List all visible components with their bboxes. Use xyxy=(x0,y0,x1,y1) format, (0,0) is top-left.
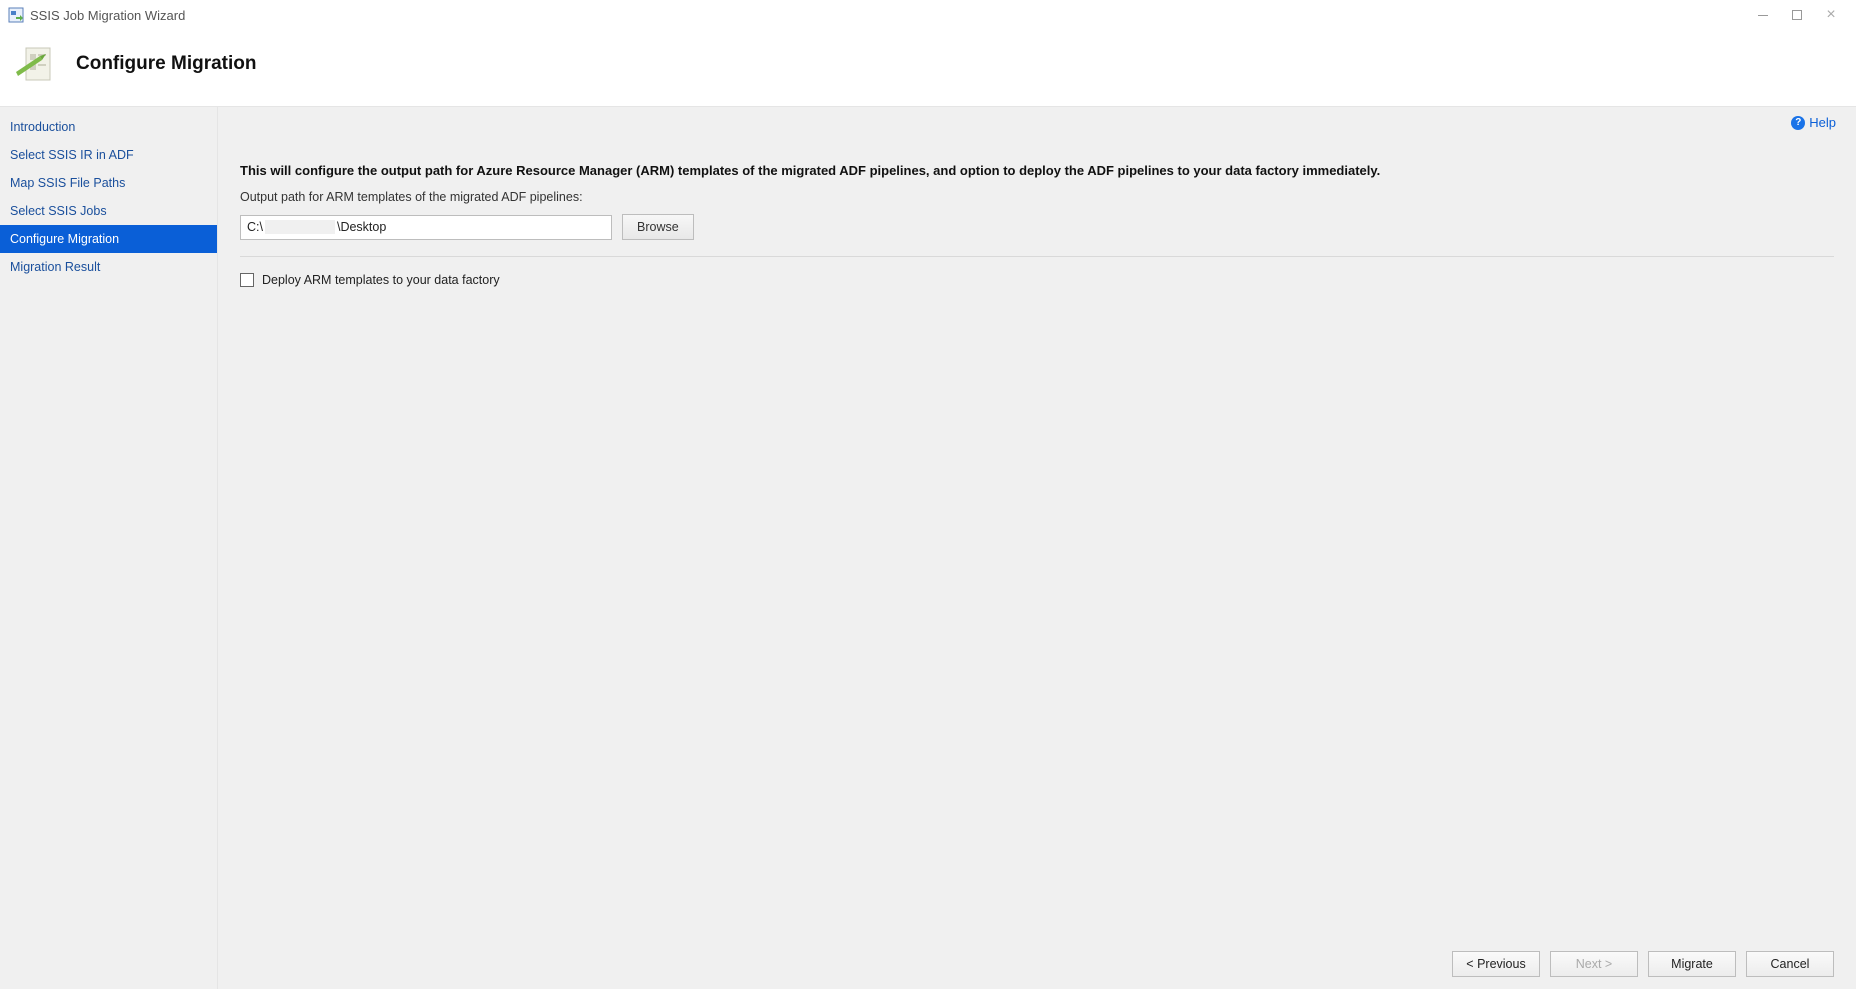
cancel-button[interactable]: Cancel xyxy=(1746,951,1834,977)
deploy-checkbox[interactable] xyxy=(240,273,254,287)
step-description: This will configure the output path for … xyxy=(240,163,1834,178)
sidebar-item-select-ssis-jobs[interactable]: Select SSIS Jobs xyxy=(0,197,217,225)
sidebar-item-map-file-paths[interactable]: Map SSIS File Paths xyxy=(0,169,217,197)
help-label: Help xyxy=(1809,115,1836,130)
help-icon: ? xyxy=(1791,116,1805,130)
wizard-footer-buttons: < Previous Next > Migrate Cancel xyxy=(1452,951,1834,977)
app-icon xyxy=(8,7,24,23)
header-banner: Configure Migration xyxy=(0,30,1856,106)
help-link[interactable]: ? Help xyxy=(1791,115,1836,130)
deploy-checkbox-label: Deploy ARM templates to your data factor… xyxy=(262,273,500,287)
browse-button[interactable]: Browse xyxy=(622,214,694,240)
main-content: ? Help This will configure the output pa… xyxy=(218,107,1856,989)
previous-button[interactable]: < Previous xyxy=(1452,951,1540,977)
sidebar-item-introduction[interactable]: Introduction xyxy=(0,113,217,141)
wizard-step-icon xyxy=(12,40,60,88)
sidebar-item-configure-migration[interactable]: Configure Migration xyxy=(0,225,217,253)
section-divider xyxy=(240,256,1834,257)
minimize-button[interactable] xyxy=(1756,8,1770,22)
page-title: Configure Migration xyxy=(76,53,256,75)
body-area: Introduction Select SSIS IR in ADF Map S… xyxy=(0,106,1856,989)
output-path-row: C:\ \Desktop Browse xyxy=(240,214,1834,240)
deploy-checkbox-row: Deploy ARM templates to your data factor… xyxy=(240,273,1834,287)
next-button: Next > xyxy=(1550,951,1638,977)
output-path-label: Output path for ARM templates of the mig… xyxy=(240,190,1834,204)
output-path-prefix: C:\ xyxy=(247,220,263,234)
output-path-input[interactable]: C:\ \Desktop xyxy=(240,215,612,240)
close-button[interactable]: × xyxy=(1824,8,1838,22)
sidebar-item-migration-result[interactable]: Migration Result xyxy=(0,253,217,281)
titlebar: SSIS Job Migration Wizard × xyxy=(0,0,1856,30)
maximize-icon xyxy=(1792,10,1802,20)
window-controls: × xyxy=(1756,8,1848,22)
output-path-redacted xyxy=(265,220,335,234)
maximize-button[interactable] xyxy=(1790,8,1804,22)
output-path-suffix: \Desktop xyxy=(337,220,386,234)
window-title: SSIS Job Migration Wizard xyxy=(30,8,185,23)
sidebar: Introduction Select SSIS IR in ADF Map S… xyxy=(0,107,218,989)
sidebar-item-select-ssis-ir[interactable]: Select SSIS IR in ADF xyxy=(0,141,217,169)
minimize-icon xyxy=(1758,15,1768,16)
migrate-button[interactable]: Migrate xyxy=(1648,951,1736,977)
